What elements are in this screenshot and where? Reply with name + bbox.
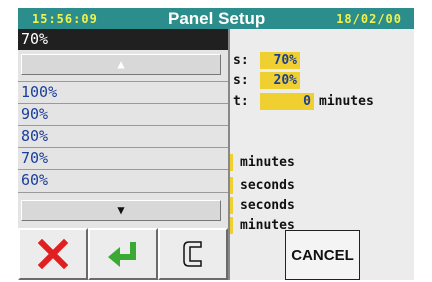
setting-7-value[interactable] bbox=[230, 217, 233, 234]
panel-frame: 15:56:09 Panel Setup 18/02/00 s: 70% s: … bbox=[18, 8, 414, 280]
dropdown-current-value: 70% bbox=[18, 29, 228, 50]
clear-button[interactable] bbox=[158, 228, 228, 280]
reject-button[interactable] bbox=[18, 228, 88, 280]
setting-2-label: s: bbox=[233, 73, 249, 88]
scroll-down-button[interactable]: ▼ bbox=[21, 200, 221, 221]
scroll-up-button[interactable]: ▲ bbox=[21, 54, 221, 75]
page-title: Panel Setup bbox=[168, 9, 266, 28]
value-dropdown-list: 70% ▲ 100% 90% 80% 70% 60% ▼ bbox=[18, 29, 230, 280]
clock-date: 18/02/00 bbox=[336, 12, 402, 26]
enter-icon bbox=[108, 242, 136, 267]
setting-1-label: s: bbox=[233, 53, 249, 68]
setting-2-value[interactable]: 20% bbox=[260, 72, 300, 89]
cancel-button[interactable]: CANCEL bbox=[285, 230, 360, 280]
option-80[interactable]: 80% bbox=[18, 125, 228, 147]
enter-button[interactable] bbox=[88, 228, 158, 280]
title-bar: 15:56:09 Panel Setup 18/02/00 bbox=[18, 8, 414, 29]
option-100[interactable]: 100% bbox=[18, 81, 228, 103]
option-90[interactable]: 90% bbox=[18, 103, 228, 125]
x-icon bbox=[38, 239, 68, 269]
setting-1-value[interactable]: 70% bbox=[260, 52, 300, 69]
setting-4-value[interactable] bbox=[230, 154, 233, 171]
setting-6-value[interactable] bbox=[230, 197, 233, 214]
setting-5-unit: seconds bbox=[240, 178, 295, 193]
setting-3-label: t: bbox=[233, 94, 249, 109]
option-70[interactable]: 70% bbox=[18, 147, 228, 169]
setting-3-value[interactable]: 0 bbox=[260, 93, 314, 110]
setting-6-unit: seconds bbox=[240, 198, 295, 213]
clock-time: 15:56:09 bbox=[32, 12, 98, 26]
clear-c-icon bbox=[183, 241, 202, 267]
setting-4-unit: minutes bbox=[240, 155, 295, 170]
setting-5-value[interactable] bbox=[230, 177, 233, 194]
option-60[interactable]: 60% bbox=[18, 169, 228, 193]
setting-3-unit: minutes bbox=[319, 94, 374, 109]
